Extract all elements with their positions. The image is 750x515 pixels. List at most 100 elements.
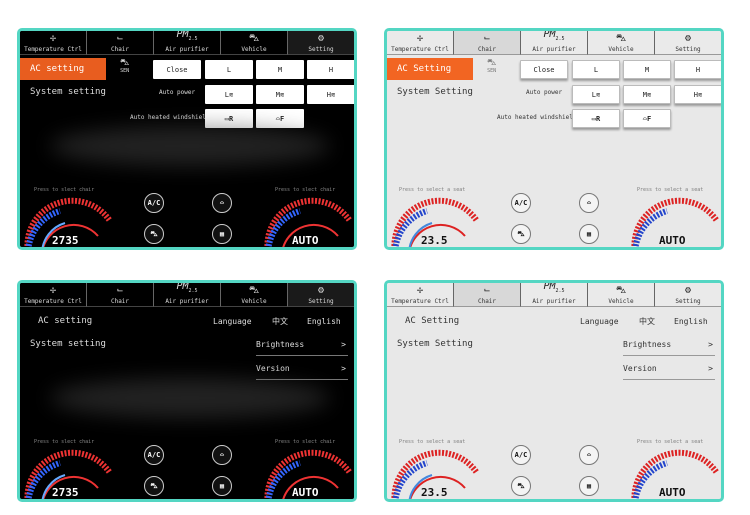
rear-defrost-circle-button[interactable]: ▦: [579, 224, 599, 244]
close-button[interactable]: Close: [520, 60, 568, 79]
tab-air-purifier[interactable]: PM2.5 Air purifier: [154, 283, 221, 307]
recirculation-button[interactable]: ⛍: [144, 476, 164, 496]
brightness-row[interactable]: Brightness >: [623, 336, 715, 354]
sidebar-item-system-setting[interactable]: System Setting: [387, 333, 473, 355]
car-icon: ⛍: [615, 33, 627, 44]
language-option-english[interactable]: English: [674, 313, 708, 331]
fan-icon: ✢: [416, 33, 424, 44]
chevron-right-icon: >: [708, 340, 713, 349]
rear-defrost-circle-button[interactable]: ▦: [579, 476, 599, 496]
sidebar-item-system-setting[interactable]: System setting: [20, 333, 106, 355]
tab-chair[interactable]: ⌙ Chair: [454, 283, 521, 307]
front-defrost-circle-button[interactable]: ⌓: [579, 445, 599, 465]
front-defrost-circle-button[interactable]: ⌓: [212, 445, 232, 465]
auto-power-high-button[interactable]: H ≋: [674, 85, 721, 104]
rear-defrost-circle-button[interactable]: ▦: [212, 476, 232, 496]
level-high-button[interactable]: H: [674, 60, 721, 79]
tab-vehicle[interactable]: ⛍ Vehicle: [588, 31, 655, 55]
auto-power-low-button[interactable]: L ≋: [205, 85, 253, 104]
tab-vehicle[interactable]: ⛍ Vehicle: [221, 31, 288, 55]
tab-air-purifier[interactable]: PM2.5 Air purifier: [521, 31, 588, 55]
close-button[interactable]: Close: [153, 60, 201, 79]
pm-icon: PM2.5: [543, 29, 565, 42]
tab-setting[interactable]: ⚙ Setting: [655, 283, 721, 307]
language-option-chinese[interactable]: 中文: [639, 313, 655, 331]
level-mid-button[interactable]: M: [623, 60, 671, 79]
tab-air-purifier[interactable]: PM2.5 Air purifier: [154, 31, 221, 55]
chevron-right-icon: >: [708, 364, 713, 373]
ac-button[interactable]: A/C: [144, 193, 164, 213]
rear-defrost-icon: ▦: [586, 230, 592, 238]
sidebar-item-ac-setting[interactable]: AC Setting: [387, 58, 473, 80]
version-row[interactable]: Version >: [623, 360, 715, 378]
sidebar-item-system-setting[interactable]: System setting: [20, 81, 106, 103]
tab-temperature-ctrl[interactable]: ✢ Temperature Ctrl: [20, 283, 87, 307]
divider: [256, 355, 348, 356]
sidebar-item-system-setting[interactable]: System Setting: [387, 81, 473, 103]
ac-setting-panel-dark: ✢ Temperature Ctrl ⌙ Chair PM2.5 Air purifi…: [17, 28, 357, 250]
auto-power-mid-button[interactable]: M ≋: [623, 85, 671, 104]
sen-indicator[interactable]: ⛍ SEN: [120, 59, 129, 75]
level-high-button[interactable]: H: [307, 60, 354, 79]
car-icon: ⛍: [487, 58, 497, 68]
fan-icon: ✢: [49, 285, 57, 296]
auto-power-high-button[interactable]: H ≋: [307, 85, 354, 104]
ac-button[interactable]: A/C: [511, 445, 531, 465]
sidebar-item-ac-setting[interactable]: AC setting: [20, 58, 106, 80]
sidebar-item-ac-setting[interactable]: AC Setting: [387, 310, 473, 332]
tab-bar: ✢ Temperature Ctrl ⌙ Chair PM2.5 Air purifi…: [387, 31, 721, 55]
gear-icon: ⚙: [684, 33, 692, 44]
tab-setting[interactable]: ⚙ Setting: [288, 283, 354, 307]
sidebar-item-ac-setting[interactable]: AC setting: [20, 310, 106, 332]
front-defrost-circle-button[interactable]: ⌓: [212, 193, 232, 213]
rear-defrost-circle-button[interactable]: ▦: [212, 224, 232, 244]
left-temperature-value: 23.5: [421, 234, 448, 247]
front-defrost-button[interactable]: ⌓ F: [256, 109, 304, 128]
brightness-row[interactable]: Brightness >: [256, 336, 348, 354]
tab-air-purifier[interactable]: PM2.5 Air purifier: [521, 283, 588, 307]
recirculation-button[interactable]: ⛍: [144, 224, 164, 244]
level-low-button[interactable]: L: [572, 60, 620, 79]
tab-temperature-ctrl[interactable]: ✢ Temperature Ctrl: [387, 283, 454, 307]
tab-chair[interactable]: ⌙ Chair: [87, 31, 154, 55]
system-setting-panel-light: ✢ Temperature Ctrl ⌙ Chair PM2.5 Air purifi…: [384, 280, 724, 502]
tab-chair[interactable]: ⌙ Chair: [454, 31, 521, 55]
ac-button[interactable]: A/C: [144, 445, 164, 465]
rear-defrost-icon: ▦: [219, 482, 225, 490]
language-option-english[interactable]: English: [307, 313, 341, 331]
recirculation-button[interactable]: ⛍: [511, 224, 531, 244]
tab-vehicle[interactable]: ⛍ Vehicle: [588, 283, 655, 307]
tab-temperature-ctrl[interactable]: ✢ Temperature Ctrl: [20, 31, 87, 55]
tab-setting[interactable]: ⚙ Setting: [655, 31, 721, 55]
gear-icon: ⚙: [684, 285, 692, 296]
front-defrost-icon: ⌓: [219, 199, 225, 207]
tab-setting[interactable]: ⚙ Setting: [288, 31, 354, 55]
language-option-chinese[interactable]: 中文: [272, 313, 288, 331]
chevron-right-icon: >: [341, 364, 346, 373]
divider: [623, 379, 715, 380]
level-low-button[interactable]: L: [205, 60, 253, 79]
fan-level-icon: ≋: [596, 90, 601, 99]
language-label: Language: [580, 317, 619, 326]
front-defrost-icon: ⌓: [586, 451, 592, 459]
rear-defrost-button[interactable]: ▭ R: [205, 109, 253, 128]
sen-indicator[interactable]: ⛍ SEN: [487, 58, 497, 75]
rear-defrost-button[interactable]: ▭ R: [572, 109, 620, 128]
tab-temperature-ctrl[interactable]: ✢ Temperature Ctrl: [387, 31, 454, 55]
auto-heated-windshield-label: Auto heated windshield: [130, 114, 210, 121]
auto-power-low-button[interactable]: L ≋: [572, 85, 620, 104]
pm-icon: PM2.5: [176, 281, 198, 294]
ac-button[interactable]: A/C: [511, 193, 531, 213]
tab-chair[interactable]: ⌙ Chair: [87, 283, 154, 307]
front-defrost-icon: ⌓: [219, 451, 225, 459]
front-defrost-circle-button[interactable]: ⌓: [579, 193, 599, 213]
divider: [623, 355, 715, 356]
version-row[interactable]: Version >: [256, 360, 348, 378]
level-mid-button[interactable]: M: [256, 60, 304, 79]
front-defrost-button[interactable]: ⌓ F: [623, 109, 671, 128]
auto-power-mid-button[interactable]: M ≋: [256, 85, 304, 104]
recirculation-button[interactable]: ⛍: [511, 476, 531, 496]
tab-vehicle[interactable]: ⛍ Vehicle: [221, 283, 288, 307]
recirculation-icon: ⛍: [150, 229, 158, 238]
gear-icon: ⚙: [317, 285, 325, 296]
